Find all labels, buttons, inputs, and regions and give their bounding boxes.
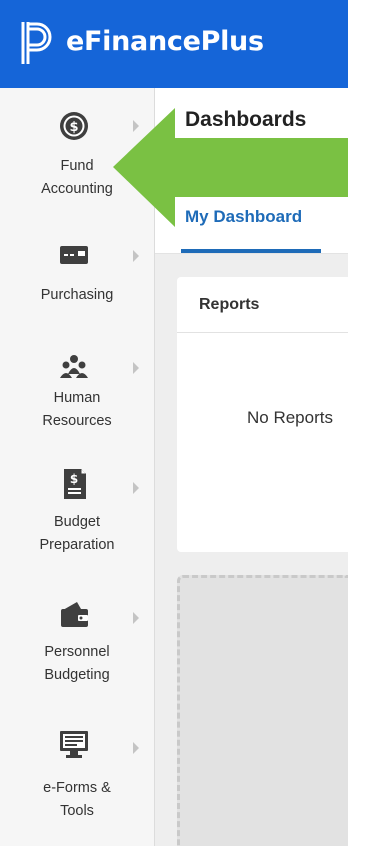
reports-panel-divider [177, 332, 348, 333]
app-header: eFinancePlus [0, 0, 348, 88]
svg-text:$: $ [69, 120, 78, 135]
sidebar-item-personnel-budgeting[interactable]: Personnel Budgeting [0, 598, 154, 728]
svg-text:$: $ [70, 472, 78, 486]
chevron-right-icon [133, 362, 139, 374]
dollar-coin-icon: $ [57, 110, 91, 142]
sidebar-nav: $ Fund Accounting Purchasing Human Resou… [0, 88, 155, 846]
page-title: Dashboards [185, 108, 307, 131]
chevron-right-icon [133, 482, 139, 494]
wallet-icon [57, 598, 91, 630]
tab-my-dashboard[interactable]: My Dashboard [185, 207, 302, 227]
sidebar-item-label: Human Resources [42, 390, 112, 429]
sidebar-item-budget-preparation[interactable]: $ Budget Preparation [0, 468, 154, 598]
sidebar-item-eforms-tools[interactable]: e-Forms & Tools [0, 728, 154, 846]
credit-card-icon [57, 240, 91, 272]
powerschool-logo-icon[interactable] [20, 20, 54, 66]
sidebar-item-label: Purchasing [40, 287, 114, 303]
sidebar-item-label: Fund Accounting [41, 158, 113, 197]
sidebar-item-purchasing[interactable]: Purchasing [0, 218, 154, 348]
people-group-icon [57, 350, 91, 382]
app-window: eFinancePlus $ Fund Accounting Purchasin… [0, 0, 377, 846]
main-content: Dashboards My Dashboard Reports No Repor… [155, 88, 348, 846]
chevron-right-icon [133, 250, 139, 262]
chevron-right-icon [133, 612, 139, 624]
chevron-right-icon [133, 120, 139, 132]
header-edge [348, 0, 377, 88]
sidebar-item-label: Personnel Budgeting [44, 644, 110, 683]
dollar-document-icon: $ [57, 468, 91, 500]
monitor-form-icon [57, 728, 91, 760]
sidebar-item-label: Budget Preparation [39, 514, 115, 553]
window-edge [348, 88, 377, 846]
chevron-right-icon [133, 742, 139, 754]
app-title: eFinancePlus [66, 26, 264, 57]
sidebar-item-fund-accounting[interactable]: $ Fund Accounting [0, 88, 154, 218]
reports-empty-message: No Reports [247, 408, 333, 427]
sidebar-item-human-resources[interactable]: Human Resources [0, 348, 154, 478]
reports-panel-title: Reports [199, 296, 260, 313]
sidebar-item-label: e-Forms & Tools [43, 780, 111, 819]
reports-panel: Reports No Reports [177, 277, 348, 552]
widget-drop-zone[interactable] [177, 575, 348, 846]
